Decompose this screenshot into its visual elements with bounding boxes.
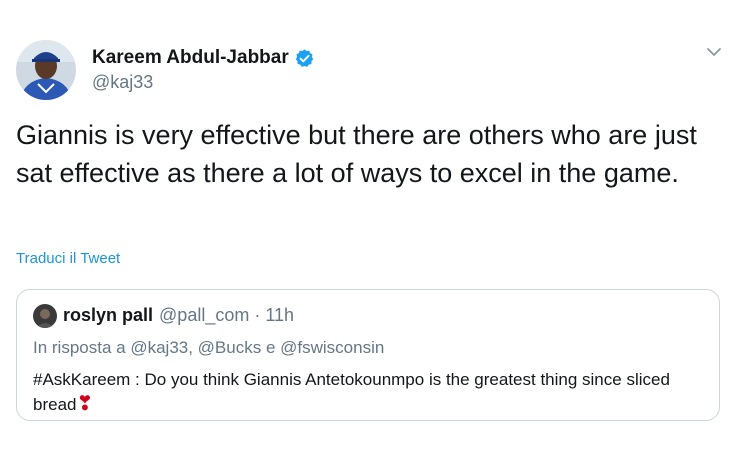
heart-exclamation-icon: ❣ <box>76 393 94 415</box>
author-display-name[interactable]: Kareem Abdul-Jabbar <box>92 47 289 69</box>
tweet-text: Giannis is very effective but there are … <box>16 120 697 188</box>
quoted-handle: @pall_com <box>159 305 250 325</box>
quoted-author-avatar <box>33 304 57 328</box>
quoted-timestamp: 11h <box>265 305 295 325</box>
verified-badge-icon <box>294 48 315 69</box>
translate-tweet-link[interactable]: Traduci il Tweet <box>16 250 120 267</box>
separator-dot: · <box>254 305 261 325</box>
chevron-down-icon[interactable] <box>704 44 724 60</box>
author-avatar[interactable] <box>16 40 76 100</box>
tweet-card: Kareem Abdul-Jabbar @kaj33 Giannis is ve… <box>0 0 738 462</box>
reply-context: In risposta a @kaj33, @Bucks e @fswiscon… <box>33 338 385 357</box>
quoted-text-container: #AskKareem : Do you think Giannis Anteto… <box>33 368 713 417</box>
author-handle[interactable]: @kaj33 <box>92 72 153 93</box>
quoted-tweet[interactable]: roslyn pall @pall_com · 11h In risposta … <box>16 289 720 421</box>
quoted-display-name: roslyn pall <box>63 305 154 325</box>
quoted-text: #AskKareem : Do you think Giannis Anteto… <box>33 370 670 414</box>
